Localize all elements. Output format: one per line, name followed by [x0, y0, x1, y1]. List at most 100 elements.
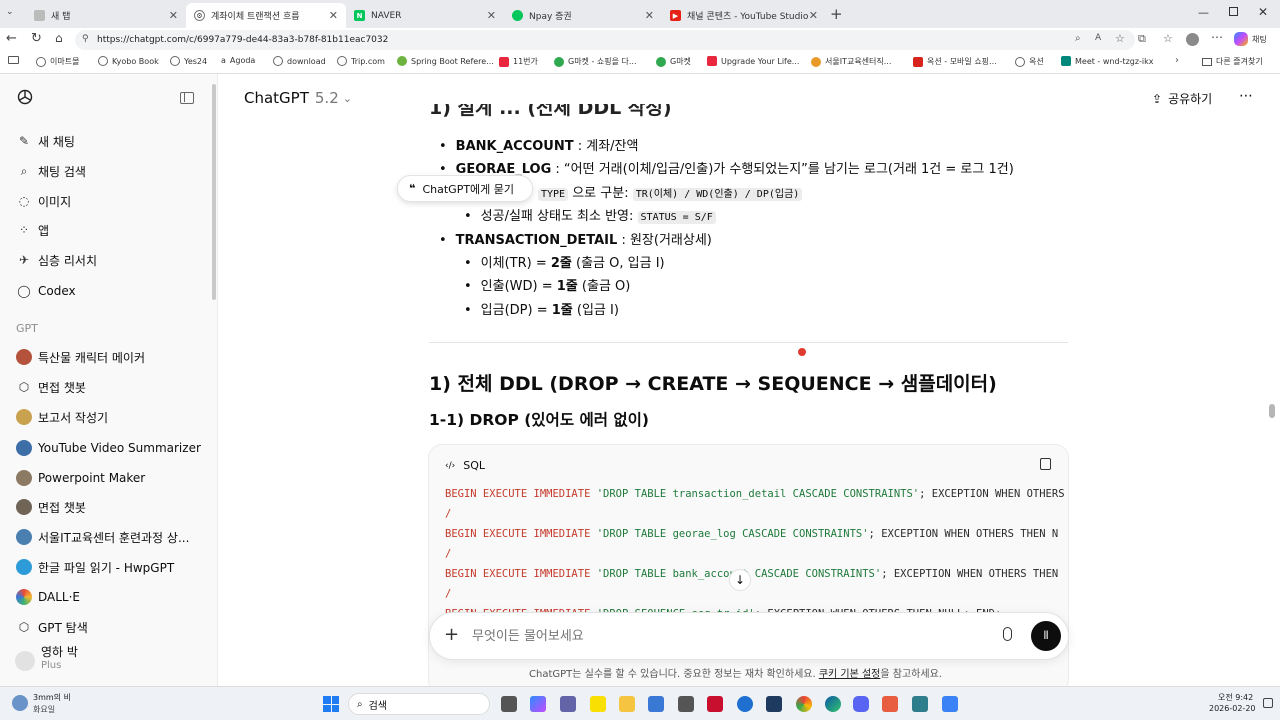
share-button[interactable]: ⇪ 공유하기 [1152, 90, 1212, 107]
sidebar-gpt-item[interactable]: ⬡ 면접 챗봇 [16, 374, 86, 400]
openai-logo-icon[interactable] [16, 88, 34, 106]
sidebar-item-search[interactable]: ⌕ 채팅 검색 [16, 158, 86, 184]
file-explorer-icon[interactable] [619, 696, 635, 712]
kakaotalk-icon[interactable] [590, 696, 606, 712]
start-button[interactable] [323, 696, 339, 712]
bookmark-item[interactable]: 이마트몰 [36, 56, 79, 67]
ask-chatgpt-tooltip[interactable]: ❝ ChatGPT에게 묻기 [397, 175, 533, 202]
bookmark-item[interactable]: 옥션 [1015, 56, 1044, 67]
bookmark-item[interactable]: Yes24 [170, 56, 207, 66]
close-icon[interactable]: ✕ [169, 9, 178, 22]
sidebar-gpt-item[interactable]: Powerpoint Maker [16, 465, 145, 491]
sidebar-gpt-item[interactable]: 서울IT교육센터 훈련과정 상... [16, 524, 189, 550]
extensions-icon[interactable]: ⧉ [1138, 32, 1146, 46]
calculator-icon[interactable] [912, 696, 928, 712]
bookmark-item[interactable]: Trip.com [337, 56, 385, 66]
more-options-icon[interactable]: ⋯ [1239, 88, 1253, 104]
user-name[interactable]: 영하 박 [41, 643, 78, 660]
read-aloud-icon[interactable]: A [1095, 33, 1101, 43]
bookmark-item[interactable]: 옥션 - 모바일 쇼핑... [913, 56, 997, 67]
sidebar-gpt-item[interactable]: 특산물 캐릭터 메이커 [16, 344, 145, 370]
copilot-icon[interactable] [530, 696, 546, 712]
favorite-star-icon[interactable]: ☆ [1115, 32, 1125, 45]
sidebar-gpt-item[interactable]: 면접 챗봇 [16, 494, 86, 520]
bookmark-item[interactable]: Kyobo Book [98, 56, 159, 66]
browser-tab-active[interactable]: ⚙ 계좌이체 트랜잭션 흐름 ✕ [186, 3, 346, 28]
app-icon[interactable] [942, 696, 958, 712]
chrome-icon[interactable] [796, 696, 812, 712]
close-icon[interactable]: ✕ [329, 9, 338, 22]
bookmark-item[interactable]: download [273, 56, 326, 66]
browser-tab-npay[interactable]: Npay 증권 ✕ [504, 3, 662, 28]
tab-search-button[interactable]: ⌄ [6, 7, 20, 21]
maps-icon[interactable] [737, 696, 753, 712]
sidebar-scrollbar[interactable] [212, 84, 216, 300]
sidebar-gpt-item[interactable]: 한글 파일 읽기 - HwpGPT [16, 554, 174, 580]
sub-bullet-type: TYPE 으로 구분: TR(이체) / WD(인출) / DP(입금) [538, 182, 803, 201]
bookmark-item[interactable]: G마켓 [656, 56, 691, 67]
globe-icon [337, 56, 347, 66]
model-selector[interactable]: ChatGPT 5.2 ⌄ [244, 89, 352, 107]
main-scrollbar[interactable] [1269, 404, 1275, 418]
sidebar-item-images[interactable]: ◌ 이미지 [16, 188, 71, 214]
sidebar-gpt-item[interactable]: DALL·E [16, 584, 80, 610]
copilot-icon[interactable] [1234, 32, 1248, 46]
teams-icon[interactable] [560, 696, 576, 712]
user-avatar[interactable] [15, 651, 35, 671]
maximize-button[interactable] [1229, 7, 1238, 16]
bookmark-item[interactable]: 11번가 [499, 56, 538, 67]
close-icon[interactable]: ✕ [645, 9, 654, 22]
bookmark-item[interactable]: G마켓 - 쇼핑을 다... [554, 56, 637, 67]
bookmark-item[interactable]: Meet - wnd-tzgz-ikx [1061, 56, 1154, 66]
site-info-icon[interactable]: ⚲ [82, 34, 89, 44]
cookie-settings-link[interactable]: 쿠키 기본 설정 [819, 669, 881, 680]
profile-avatar[interactable] [1186, 33, 1199, 46]
browser-tab-youtube[interactable]: ▶ 채널 콘텐츠 - YouTube Studio ✕ [662, 3, 826, 28]
weather-icon[interactable] [12, 695, 28, 711]
microphone-icon[interactable] [1003, 627, 1012, 641]
new-tab-button[interactable]: + [830, 5, 843, 23]
bookmark-item[interactable]: a Agoda [221, 56, 255, 65]
excel-like-icon[interactable] [766, 696, 782, 712]
sidebar-item-new-chat[interactable]: ✎ 새 채팅 [16, 128, 75, 154]
sidebar-item-deep-research[interactable]: ✈ 심층 리서치 [16, 247, 97, 273]
reload-icon[interactable]: ↻ [31, 31, 42, 46]
zoom-icon[interactable]: ⌕ [1075, 33, 1081, 44]
store-icon[interactable] [648, 696, 664, 712]
browser-tab-naver[interactable]: N NAVER ✕ [346, 3, 504, 28]
bookmark-item[interactable]: Upgrade Your Life... [707, 56, 799, 66]
sidebar-gpt-item[interactable]: 보고서 작성기 [16, 404, 108, 430]
sidebar-gpt-item[interactable]: YouTube Video Summarizer [16, 435, 201, 461]
sidebar-toggle-icon[interactable] [180, 92, 194, 104]
address-bar[interactable]: ⚲ https://chatgpt.com/c/6997a779-de44-83… [75, 30, 1135, 50]
home-icon[interactable]: ⌂ [55, 31, 63, 45]
other-bookmarks[interactable]: 다른 즐겨찾기 [1202, 56, 1263, 67]
task-view-icon[interactable] [501, 696, 517, 712]
capture-icon[interactable] [882, 696, 898, 712]
notepad-icon[interactable] [678, 696, 694, 712]
notification-icon[interactable] [1263, 698, 1273, 708]
taskbar-search[interactable]: ⌕ 검색 [348, 693, 490, 715]
minimize-button[interactable]: — [1198, 6, 1209, 19]
sidebar-item-codex[interactable]: ◯ Codex [16, 278, 75, 304]
more-icon[interactable]: ⋯ [1211, 30, 1223, 44]
bookmark-item[interactable]: Spring Boot Refere... [397, 56, 494, 66]
edge-icon[interactable] [825, 696, 841, 712]
prompt-input[interactable] [472, 625, 952, 647]
sidebar-item-apps[interactable]: ⁘ 앱 [16, 217, 49, 243]
sidebar-gpt-explore[interactable]: ⬡ GPT 탐색 [16, 614, 88, 640]
pdf-icon[interactable] [707, 696, 723, 712]
discord-icon[interactable] [853, 696, 869, 712]
window-close-button[interactable]: ✕ [1258, 5, 1268, 19]
voice-mode-button[interactable]: ⦀ [1031, 621, 1061, 651]
close-icon[interactable]: ✕ [809, 9, 818, 22]
browser-tab-new-tab[interactable]: 새 탭 ✕ [26, 3, 186, 28]
add-attachment-icon[interactable]: + [444, 624, 459, 645]
back-icon[interactable]: ← [6, 31, 17, 46]
favorites-icon[interactable]: ☆ [1163, 32, 1173, 45]
bookmark-folder-icon[interactable] [8, 56, 19, 64]
scroll-down-button[interactable]: ↓ [729, 569, 751, 591]
chevron-right-icon[interactable]: › [1175, 55, 1179, 66]
bookmark-item[interactable]: 서울IT교육센터직... [811, 56, 891, 67]
close-icon[interactable]: ✕ [487, 9, 496, 22]
